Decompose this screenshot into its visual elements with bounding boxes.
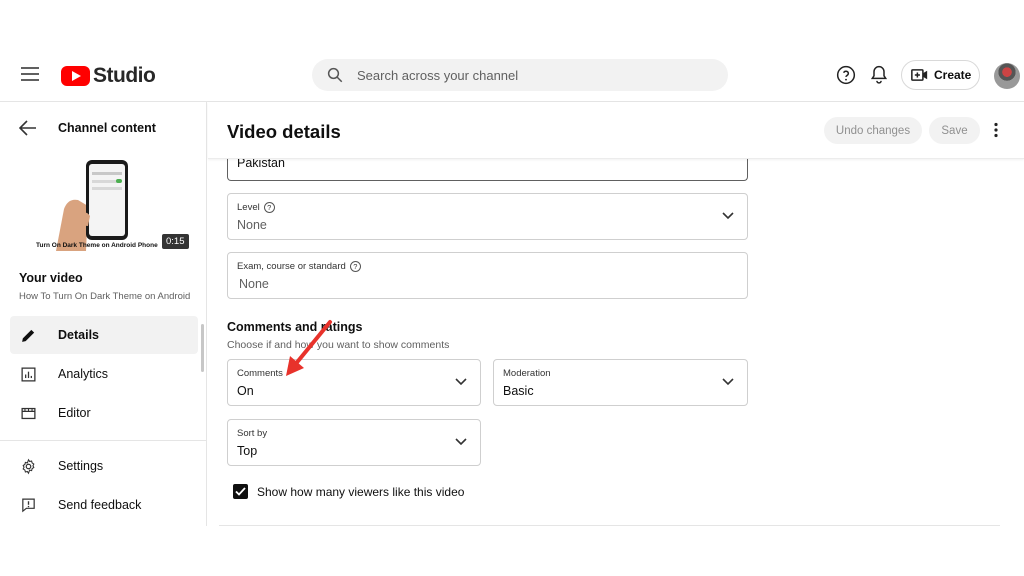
avatar[interactable] [994,63,1020,89]
comments-section-subtitle: Choose if and how you want to show comme… [227,339,450,351]
level-label-text: Level [237,202,260,213]
duration-badge: 0:15 [162,234,189,249]
top-bar: Studio Search across your channel Create [0,50,1024,102]
back-label: Channel content [58,121,156,135]
pencil-icon [22,329,35,342]
back-to-channel-content[interactable]: Channel content [19,120,156,136]
sidebar-item-analytics[interactable]: Analytics [10,355,198,393]
sort-by-select[interactable]: Sort by Top [227,419,481,466]
menu-icon[interactable] [21,67,39,81]
sort-by-value: Top [237,444,258,458]
annotation-arrow-icon [286,320,332,376]
moderation-label: Moderation [503,368,551,379]
gear-icon [22,458,35,474]
youtube-play-icon [61,66,90,86]
brand-label: Studio [93,64,156,87]
level-select[interactable]: Level? None [227,193,748,240]
exam-label: Exam, course or standard? [237,261,361,272]
create-label: Create [934,68,972,82]
bell-icon[interactable] [869,64,889,86]
back-arrow-icon [19,120,36,136]
search-bar[interactable]: Search across your channel [312,59,728,91]
save-button[interactable]: Save [929,117,980,144]
your-video-label: Your video [19,271,83,285]
main-header: Video details Undo changes Save [208,102,1024,159]
comments-select[interactable]: Comments On [227,359,481,406]
sidebar: Channel content Turn On Dark Theme on An… [0,102,207,526]
content-divider [219,525,1000,526]
editor-icon [21,407,36,419]
exam-label-text: Exam, course or standard [237,261,346,272]
sidebar-item-details[interactable]: Details [10,316,198,354]
more-options-icon[interactable] [990,122,1002,138]
page-title: Video details [227,121,341,142]
analytics-icon [21,366,36,382]
level-value: None [237,218,267,232]
sidebar-item-editor[interactable]: Editor [10,394,198,432]
help-icon[interactable]: ? [263,202,275,213]
sidebar-item-label: Analytics [58,367,109,381]
search-icon [327,67,343,83]
help-icon[interactable] [836,65,856,85]
show-likes-label: Show how many viewers like this video [257,484,465,499]
feedback-icon [22,498,35,512]
sidebar-item-label: Details [58,328,99,342]
show-likes-checkbox[interactable] [233,484,248,499]
chevron-down-icon [722,378,734,386]
sidebar-item-settings[interactable]: Settings [10,447,198,485]
sidebar-scrollbar[interactable] [201,324,204,372]
help-icon[interactable]: ? [349,261,361,272]
moderation-value: Basic [503,384,534,398]
sidebar-item-send-feedback[interactable]: Send feedback [10,486,198,524]
sort-by-label: Sort by [237,428,268,439]
exam-value: None [239,277,269,291]
sidebar-divider [0,440,206,441]
chevron-down-icon [455,378,467,386]
search-input[interactable]: Search across your channel [357,68,518,83]
exam-course-standard-field[interactable]: Exam, course or standard? None [227,252,748,299]
checkmark-icon [235,487,246,496]
sidebar-item-label: Settings [58,459,104,473]
video-plus-icon [911,69,928,81]
video-title: How To Turn On Dark Theme on Android Pho… [19,291,191,302]
show-likes-option[interactable]: Show how many viewers like this video [233,484,464,499]
comments-label: Comments [237,368,283,379]
sidebar-item-label: Editor [58,406,91,420]
chevron-down-icon [722,212,734,220]
sidebar-item-label: Send feedback [58,498,142,512]
comments-value: On [237,384,254,398]
create-button[interactable]: Create [901,60,980,90]
studio-logo[interactable]: Studio [61,64,156,88]
chevron-down-icon [455,438,467,446]
level-label: Level? [237,202,275,213]
undo-changes-button[interactable]: Undo changes [824,117,922,144]
moderation-select[interactable]: Moderation Basic [493,359,748,406]
